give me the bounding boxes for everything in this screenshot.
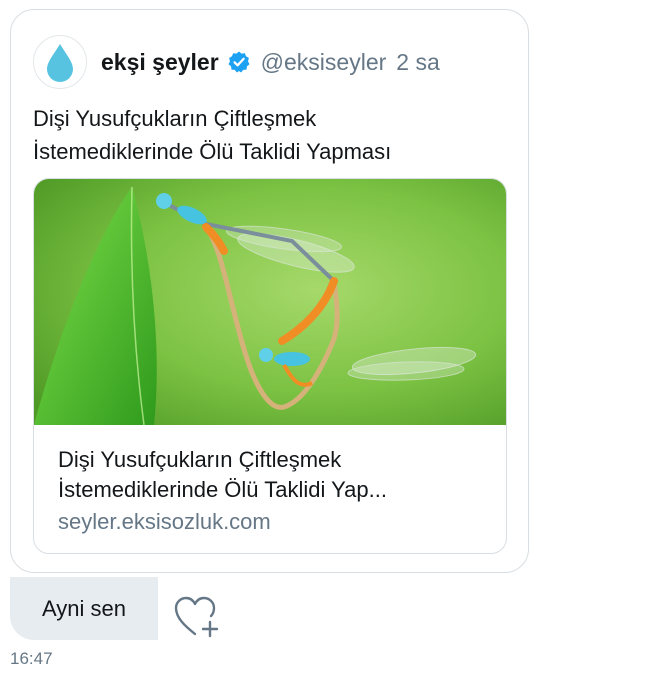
link-preview-card[interactable]: Dişi Yusufçukların Çiftleşmek İstemedikl… [33,178,507,554]
water-drop-icon [47,44,73,82]
tweet-card[interactable]: ekşi şeyler @eksiseyler 2 sa Dişi Yusufç… [10,9,529,573]
link-domain[interactable]: seyler.eksisozluk.com [58,509,271,535]
author-name[interactable]: ekşi şeyler [101,49,219,76]
tweet-text-line: İstemediklerinde Ölü Taklidi Yapması [33,139,392,164]
link-title[interactable]: Dişi Yusufçukların Çiftleşmek İstemedikl… [58,445,488,505]
link-preview-image [34,179,506,425]
message-timestamp: 16:47 [10,649,53,668]
tweet-time: 2 sa [396,48,440,75]
heart-plus-icon[interactable] [173,594,223,638]
verified-badge-icon [228,51,250,73]
tweet-header: ekşi şeyler @eksiseyler 2 sa [33,34,440,90]
link-title-line: İstemediklerinde Ölü Taklidi Yap... [58,477,387,502]
avatar[interactable] [33,35,87,89]
tweet-text: Dişi Yusufçukların Çiftleşmek İstemedikl… [33,102,513,168]
tweet-text-line: Dişi Yusufçukların Çiftleşmek [33,106,317,131]
author-handle[interactable]: @eksiseyler [261,49,387,76]
link-title-line: Dişi Yusufçukların Çiftleşmek [58,447,342,472]
message-bubble[interactable]: Ayni sen [10,577,158,640]
